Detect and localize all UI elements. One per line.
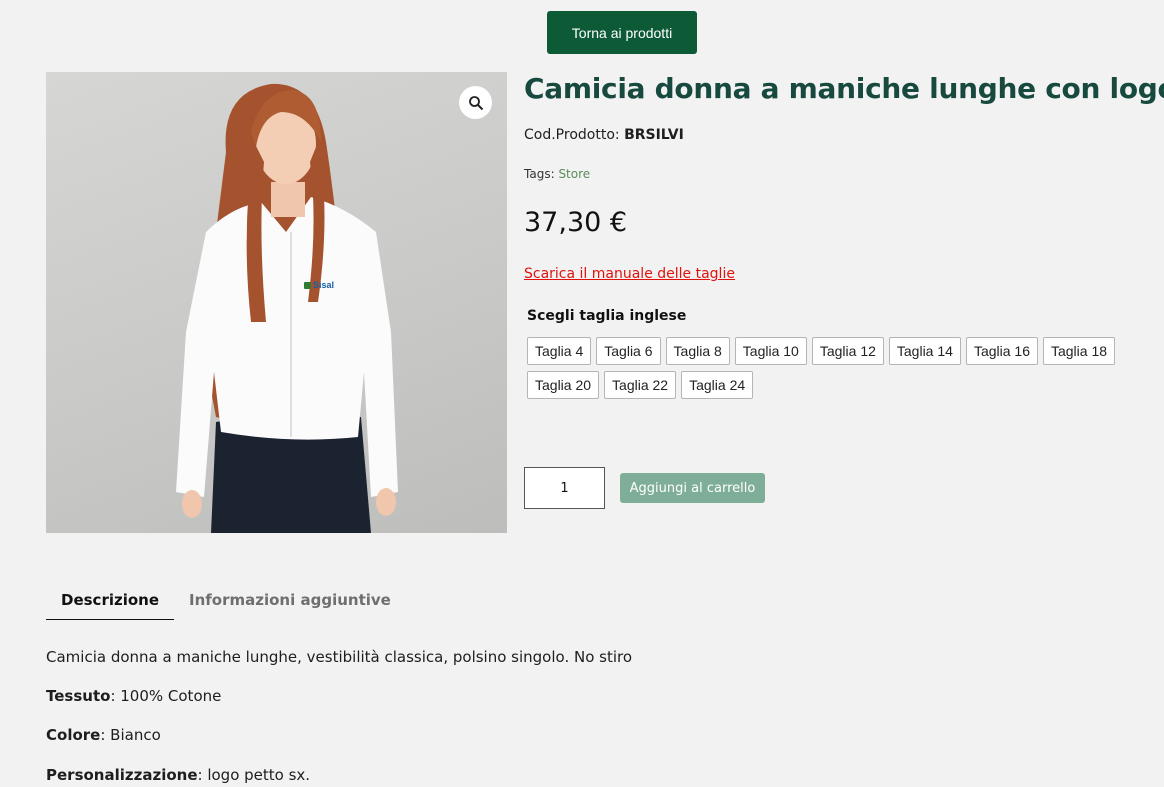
brand-logo: Sisal (304, 280, 334, 290)
color-value: : Bianco (100, 726, 161, 744)
size-option-12[interactable]: Taglia 12 (811, 337, 884, 365)
size-option-22[interactable]: Taglia 22 (604, 371, 677, 399)
fabric-value: : 100% Cotone (110, 687, 222, 705)
customization-key: Personalizzazione (46, 766, 198, 784)
size-option-8[interactable]: Taglia 8 (665, 337, 730, 365)
size-option-24[interactable]: Taglia 24 (681, 371, 754, 399)
size-option-14[interactable]: Taglia 14 (888, 337, 961, 365)
sku-label: Cod.Prodotto: (524, 127, 620, 143)
size-selector-label: Scegli taglia inglese (527, 308, 687, 324)
logo-text: Sisal (313, 280, 335, 290)
size-option-10[interactable]: Taglia 10 (734, 337, 807, 365)
zoom-button[interactable] (459, 86, 492, 119)
description-fabric: Tessuto: 100% Cotone (46, 687, 221, 705)
description-customization: Personalizzazione: logo petto sx. (46, 766, 310, 784)
customization-value: : logo petto sx. (197, 766, 311, 784)
quantity-input[interactable] (524, 467, 605, 509)
size-option-4[interactable]: Taglia 4 (527, 337, 592, 365)
size-swatches: Taglia 4 Taglia 6 Taglia 8 Taglia 10 Tag… (527, 337, 1147, 399)
product-photo (176, 83, 398, 533)
size-guide-link[interactable]: Scarica il manuale delle taglie (524, 266, 735, 282)
size-option-16[interactable]: Taglia 16 (965, 337, 1038, 365)
product-price: 37,30 € (524, 207, 628, 238)
description-color: Colore: Bianco (46, 726, 161, 744)
magnifier-icon (468, 95, 483, 110)
product-sku: Cod.Prodotto: BRSILVI (524, 127, 684, 143)
product-image[interactable]: Sisal (46, 72, 507, 533)
size-option-6[interactable]: Taglia 6 (596, 337, 661, 365)
product-title: Camicia donna a maniche lunghe con logo (524, 72, 1164, 105)
color-key: Colore (46, 726, 101, 744)
size-option-18[interactable]: Taglia 18 (1042, 337, 1116, 365)
product-tabs: Descrizione Informazioni aggiuntive (46, 586, 406, 620)
size-option-20[interactable]: Taglia 20 (527, 371, 600, 399)
logo-mark-icon (304, 281, 311, 289)
product-tags: Tags: Store (524, 167, 590, 181)
tab-additional-info[interactable]: Informazioni aggiuntive (174, 586, 406, 620)
add-to-cart-button[interactable]: Aggiungi al carrello (620, 473, 765, 503)
fabric-key: Tessuto (46, 687, 111, 705)
tag-link-store[interactable]: Store (558, 167, 590, 181)
sku-value: BRSILVI (624, 127, 684, 143)
tags-label: Tags: (524, 167, 555, 181)
tab-description[interactable]: Descrizione (46, 586, 175, 620)
back-to-products-button[interactable]: Torna ai prodotti (547, 11, 697, 54)
description-intro: Camicia donna a maniche lunghe, vestibil… (46, 648, 633, 666)
